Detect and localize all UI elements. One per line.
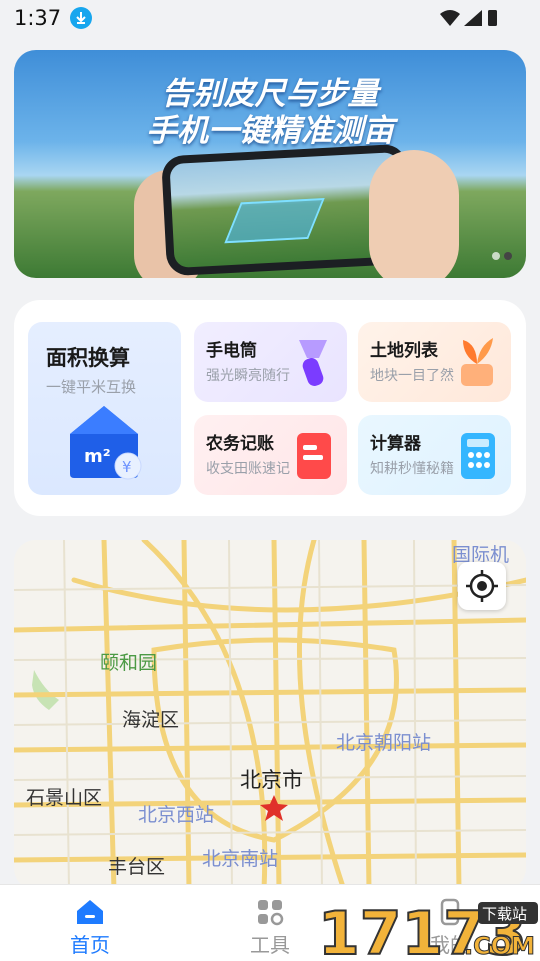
banner-title-line2: 手机一键精准测亩 (146, 113, 394, 149)
signal-icon (464, 10, 482, 26)
farm-ledger-card[interactable]: 农务记账 收支田账速记 (194, 415, 347, 495)
status-bar: 1:37 (0, 0, 540, 36)
tools-panel: 面积换算 一键平米互换 m² ¥ 手电筒 强光瞬亮随行 土地列表 地块一目了然 … (14, 300, 526, 516)
area-conversion-card[interactable]: 面积换算 一键平米互换 m² ¥ (28, 322, 181, 495)
status-time: 1:37 (14, 6, 62, 30)
map-label-chaoyang-station: 北京朝阳站 (336, 732, 432, 754)
map-label-south-station: 北京南站 (202, 848, 279, 870)
land-list-title: 土地列表 (370, 341, 438, 361)
house-area-icon: m² ¥ (70, 406, 142, 480)
measured-plot-illustration (224, 197, 325, 244)
banner-dot-active[interactable] (504, 252, 512, 260)
map-label-fengtai: 丰台区 (108, 856, 166, 878)
flashlight-title: 手电筒 (206, 341, 257, 361)
banner-dot[interactable] (492, 252, 500, 260)
flashlight-icon (299, 340, 327, 386)
calculator-subtitle: 知耕秒懂秘籍 (370, 461, 454, 477)
map-roads (14, 540, 526, 890)
watermark-domain: .COM (464, 932, 535, 960)
map-label-yiheyuan: 颐和园 (100, 652, 158, 674)
tab-tools-label: 工具 (250, 933, 290, 957)
farm-ledger-subtitle: 收支田账速记 (206, 461, 290, 477)
tools-grid-icon (258, 900, 284, 926)
calculator-icon (461, 433, 495, 479)
ledger-icon (297, 433, 331, 479)
site-watermark: 17173 下载站 .COM (318, 898, 538, 960)
calculator-title: 计算器 (370, 434, 421, 454)
battery-icon (488, 10, 497, 26)
land-list-subtitle: 地块一目了然 (370, 368, 454, 384)
plant-list-icon (461, 338, 493, 386)
map-label-shijingshan: 石景山区 (26, 787, 103, 809)
calculator-card[interactable]: 计算器 知耕秒懂秘籍 (358, 415, 511, 495)
map-label-beijing: 北京市 (240, 768, 303, 792)
promo-banner[interactable]: 告别皮尺与步量 手机一键精准测亩 (14, 50, 526, 278)
map-label-haidian: 海淀区 (122, 709, 180, 731)
hand-right (369, 150, 459, 278)
watermark-tag: 下载站 (482, 905, 527, 923)
tab-tools[interactable]: 工具 (210, 885, 330, 961)
flashlight-card[interactable]: 手电筒 强光瞬亮随行 (194, 322, 347, 402)
land-list-card[interactable]: 土地列表 地块一目了然 (358, 322, 511, 402)
tab-home[interactable]: 首页 (30, 885, 150, 961)
home-icon (77, 900, 103, 924)
download-icon (70, 7, 92, 29)
tab-home-label: 首页 (70, 933, 110, 957)
flashlight-subtitle: 强光瞬亮随行 (206, 368, 290, 384)
banner-pagination (488, 245, 512, 264)
locate-icon (466, 570, 498, 602)
locate-button[interactable] (458, 562, 506, 610)
wifi-icon (440, 10, 460, 26)
svg-text:¥: ¥ (122, 458, 132, 476)
status-icons (440, 10, 497, 26)
m2-label: m² (84, 446, 111, 467)
area-conversion-subtitle: 一键平米互换 (46, 378, 137, 396)
area-conversion-title: 面积换算 (46, 346, 130, 370)
map-view[interactable]: 国际机 颐和园 海淀区 北京朝阳站 北京市 石景山区 北京西站 北京南站 丰台区 (14, 540, 526, 890)
farm-ledger-title: 农务记账 (206, 434, 274, 454)
map-label-west-station: 北京西站 (138, 804, 215, 826)
